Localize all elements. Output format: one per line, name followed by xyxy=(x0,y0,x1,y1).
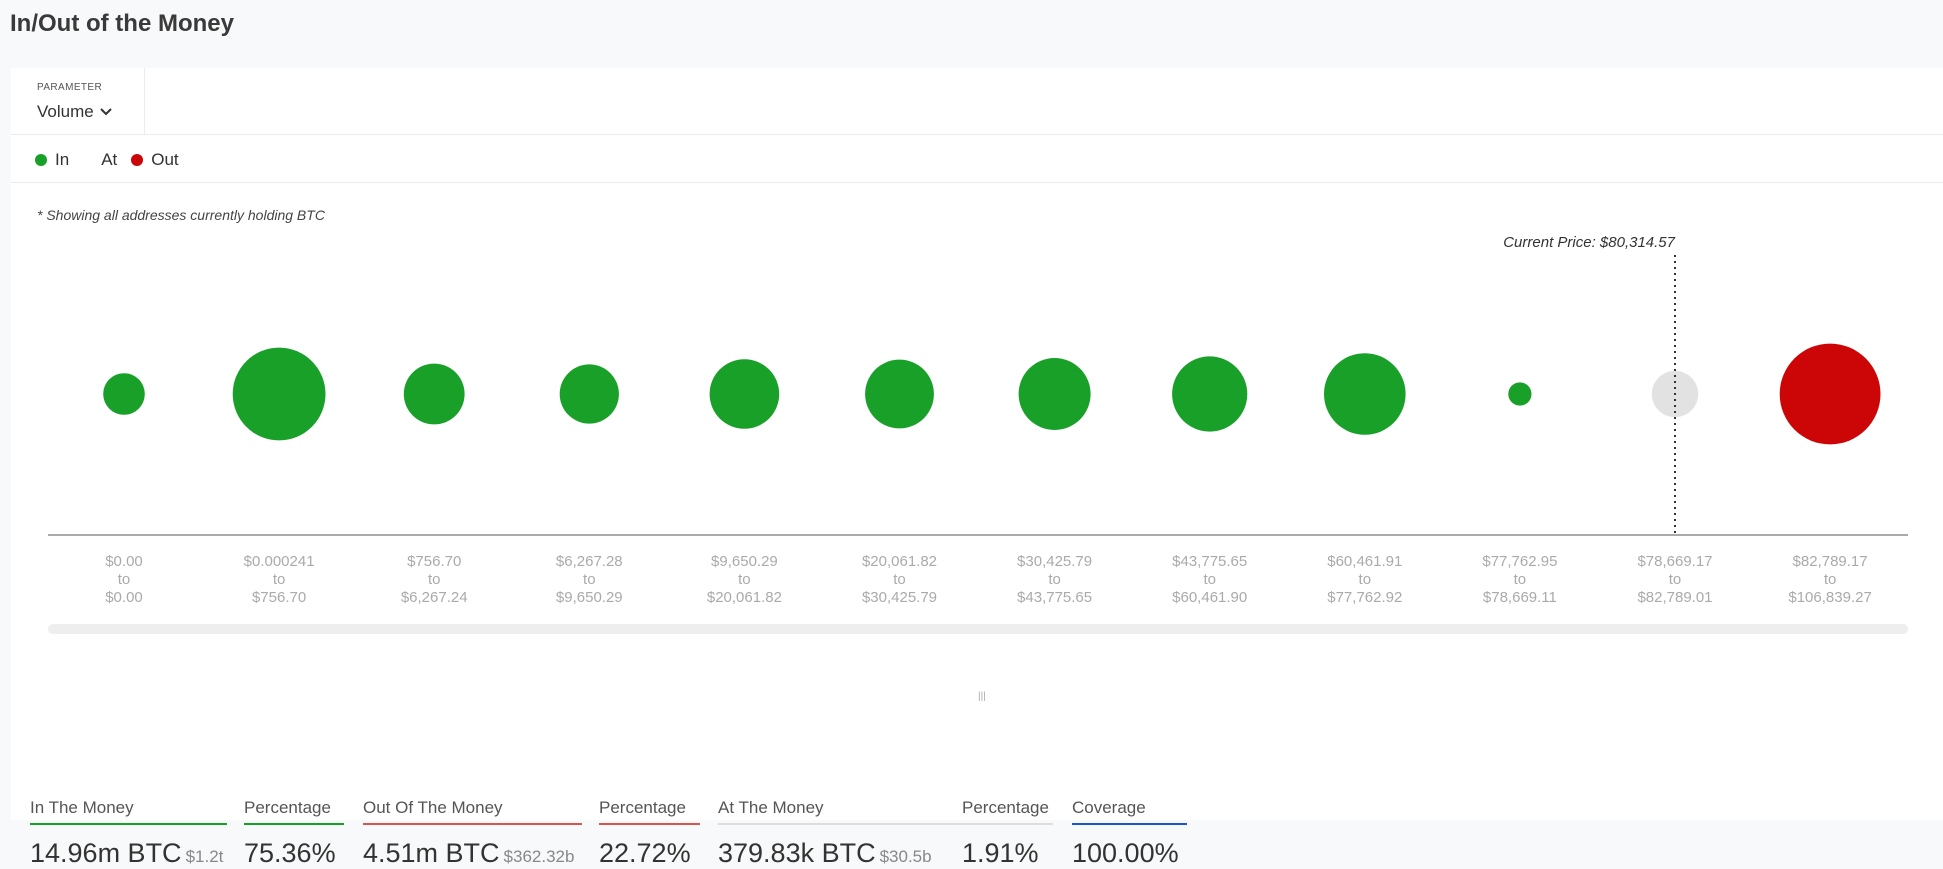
metric-header-5: At The Money xyxy=(718,798,824,817)
bubble-in-6[interactable] xyxy=(865,359,934,429)
metric-value-text: 379.83k BTC xyxy=(718,838,876,868)
chart-panel: PARAMETER Volume In At Out * Showing all… xyxy=(11,68,1943,868)
metric-value-4: 22.72% xyxy=(599,838,691,869)
tick-label-10-2: to xyxy=(1514,571,1527,588)
tick-label-12-3: $106,839.27 xyxy=(1788,589,1871,606)
tick-label-6-3: $30,425.79 xyxy=(862,589,937,606)
metric-value-2: 75.36% xyxy=(244,838,336,869)
scrollbar-handle-icon[interactable]: ||| xyxy=(978,692,986,702)
bubble-in-1[interactable] xyxy=(103,373,145,415)
tick-label-7-2: to xyxy=(1048,571,1061,588)
metric-value-6: 1.91% xyxy=(962,838,1039,869)
metric-header-1: In The Money xyxy=(30,798,134,817)
tick-label-10-1: $77,762.95 xyxy=(1482,553,1557,570)
bubble-in-9[interactable] xyxy=(1324,353,1406,435)
tick-label-8-2: to xyxy=(1203,571,1216,588)
tick-label-2-1: $0.000241 xyxy=(244,553,315,570)
metric-underline-2 xyxy=(244,823,344,825)
metric-usd-value: $362.32b xyxy=(503,847,575,866)
bubble-in-3[interactable] xyxy=(403,363,465,425)
metric-underline-1 xyxy=(30,823,227,825)
metric-underline-3 xyxy=(363,823,582,825)
metric-header-2: Percentage xyxy=(244,798,331,817)
tick-label-11-2: to xyxy=(1669,571,1682,588)
tick-label-4-3: $9,650.29 xyxy=(556,589,623,606)
tick-label-3-1: $756.70 xyxy=(407,553,461,570)
current-price-label: Current Price: $80,314.57 xyxy=(1503,234,1675,251)
bubble-in-10[interactable] xyxy=(1508,382,1532,406)
tick-label-6-1: $20,061.82 xyxy=(862,553,937,570)
metric-usd-value: $30.5b xyxy=(879,847,932,866)
metric-value-5: 379.83k BTC $30.5b xyxy=(718,838,932,869)
tick-label-1-1: $0.00 xyxy=(105,553,143,570)
tick-label-5-2: to xyxy=(738,571,751,588)
horizontal-scrollbar[interactable] xyxy=(48,624,1908,634)
tick-label-2-3: $756.70 xyxy=(252,589,306,606)
metric-value-7: 100.00% xyxy=(1072,838,1179,869)
metric-header-6: Percentage xyxy=(962,798,1049,817)
tick-label-11-1: $78,669.17 xyxy=(1637,553,1712,570)
metric-value-text: 22.72% xyxy=(599,838,691,868)
tick-label-1-2: to xyxy=(118,571,131,588)
tick-label-3-2: to xyxy=(428,571,441,588)
page-title: In/Out of the Money xyxy=(10,10,234,37)
tick-label-2-2: to xyxy=(273,571,286,588)
tick-label-9-2: to xyxy=(1359,571,1372,588)
metric-header-4: Percentage xyxy=(599,798,686,817)
bubble-in-2[interactable] xyxy=(232,347,326,441)
chart-note: * Showing all addresses currently holdin… xyxy=(37,207,326,223)
metric-value-text: 75.36% xyxy=(244,838,336,868)
tick-label-8-1: $43,775.65 xyxy=(1172,553,1247,570)
tick-label-9-3: $77,762.92 xyxy=(1327,589,1402,606)
metric-value-3: 4.51m BTC $362.32b xyxy=(363,838,574,869)
metric-value-text: 14.96m BTC xyxy=(30,838,182,868)
tick-label-7-3: $43,775.65 xyxy=(1017,589,1092,606)
tick-label-12-1: $82,789.17 xyxy=(1793,553,1868,570)
tick-label-3-3: $6,267.24 xyxy=(401,589,468,606)
metric-underline-6 xyxy=(962,823,1053,825)
metric-underline-4 xyxy=(599,823,700,825)
tick-label-1-3: $0.00 xyxy=(105,589,143,606)
bubble-in-5[interactable] xyxy=(709,359,780,429)
metric-value-text: 100.00% xyxy=(1072,838,1179,868)
bubble-in-8[interactable] xyxy=(1172,356,1248,432)
tick-label-5-3: $20,061.82 xyxy=(707,589,782,606)
tick-label-4-1: $6,267.28 xyxy=(556,553,623,570)
bubble-out-12[interactable] xyxy=(1779,343,1881,445)
metric-value-1: 14.96m BTC $1.2t xyxy=(30,838,223,869)
metric-underline-5 xyxy=(718,823,962,825)
metric-header-7: Coverage xyxy=(1072,798,1146,817)
tick-label-7-1: $30,425.79 xyxy=(1017,553,1092,570)
bubble-in-4[interactable] xyxy=(559,364,619,424)
metric-value-text: 1.91% xyxy=(962,838,1039,868)
metric-underline-7 xyxy=(1072,823,1187,825)
bubble-in-7[interactable] xyxy=(1018,358,1091,430)
tick-label-10-3: $78,669.11 xyxy=(1483,589,1557,606)
bubble-chart: * Showing all addresses currently holdin… xyxy=(37,207,1908,634)
tick-label-12-2: to xyxy=(1824,571,1837,588)
metric-value-text: 4.51m BTC xyxy=(363,838,500,868)
metric-header-3: Out Of The Money xyxy=(363,798,503,817)
tick-label-4-2: to xyxy=(583,571,596,588)
metric-usd-value: $1.2t xyxy=(185,847,224,866)
tick-label-6-2: to xyxy=(893,571,906,588)
tick-label-11-3: $82,789.01 xyxy=(1637,589,1712,606)
tick-label-8-3: $60,461.90 xyxy=(1172,589,1247,606)
tick-label-5-1: $9,650.29 xyxy=(711,553,778,570)
tick-label-9-1: $60,461.91 xyxy=(1327,553,1402,570)
